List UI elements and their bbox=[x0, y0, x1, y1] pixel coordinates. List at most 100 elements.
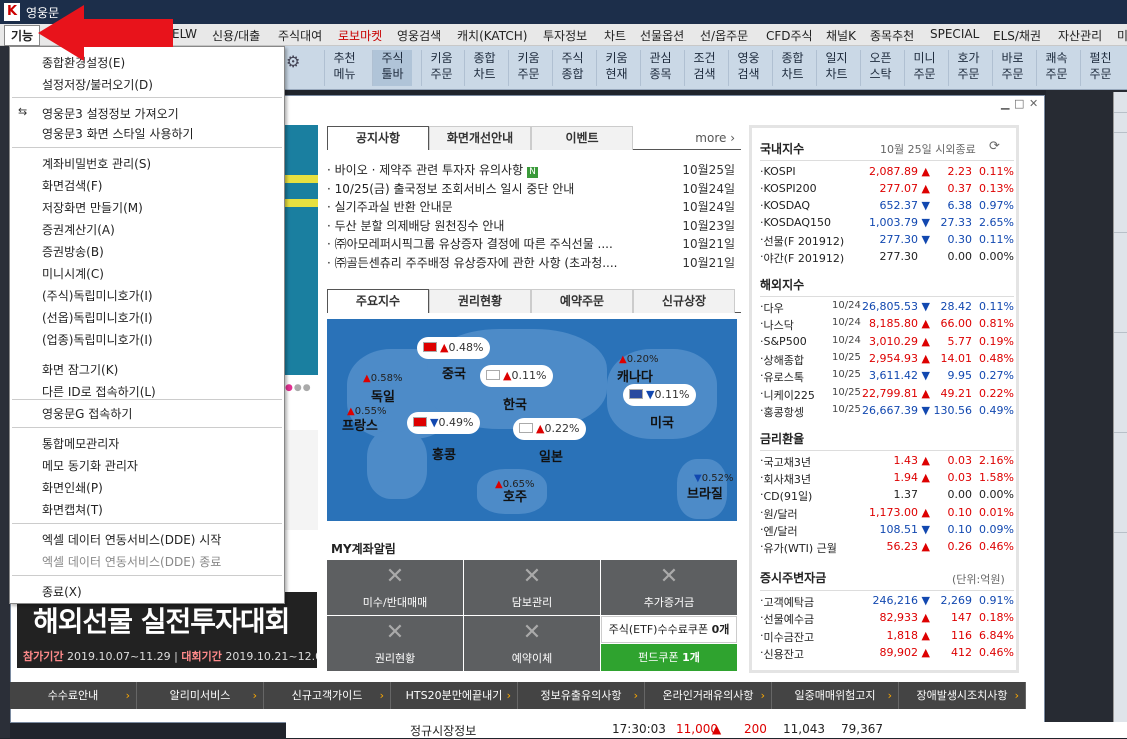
bottom-link-5[interactable]: 온라인거래유의사항 › bbox=[645, 682, 772, 709]
bottom-link-6[interactable]: 일중매매위험고지 › bbox=[772, 682, 899, 709]
dropdown-item-22[interactable]: 종료(X) bbox=[42, 583, 82, 600]
dropdown-item-20[interactable]: 엑셀 데이터 연동서비스(DDE) 시작 bbox=[42, 531, 221, 548]
toolbar-button-17[interactable]: 펄친 주문 bbox=[1080, 50, 1120, 86]
tab-rights[interactable]: 권리현황 bbox=[429, 289, 531, 313]
notice-row[interactable]: · 실기주과실 반환 안내문 10월24일 bbox=[327, 198, 741, 216]
cell-collateral[interactable]: ✕ 담보관리 bbox=[464, 560, 600, 615]
map-badge-0[interactable]: ▲0.48% bbox=[417, 337, 491, 359]
toolbar-button-12[interactable]: 오픈 스탁 bbox=[860, 50, 900, 86]
bottom-link-0[interactable]: 수수료안내 › bbox=[10, 682, 137, 709]
tab-reserved-order[interactable]: 예약주문 bbox=[531, 289, 633, 313]
menu-more[interactable]: 미 bbox=[1117, 27, 1127, 44]
close-icon[interactable]: ✕ bbox=[1029, 97, 1038, 110]
notice-row[interactable]: · 두산 분할 의제배당 원천징수 안내 10월23일 bbox=[327, 217, 741, 235]
toolbar-button-9[interactable]: 영웅 검색 bbox=[728, 50, 768, 86]
toolbar-button-2[interactable]: 키움 주문 bbox=[421, 50, 461, 86]
market-row[interactable]: · 다우 10/24 26,805.53 ▼ 28.42 0.11% bbox=[760, 300, 1016, 317]
menu-chart[interactable]: 차트 bbox=[604, 27, 626, 44]
bottom-link-7[interactable]: 장애발생시조치사항 › bbox=[899, 682, 1026, 709]
toolbar-button-4[interactable]: 키움 주문 bbox=[508, 50, 548, 86]
toolbar-button-0[interactable]: 추천 메뉴 bbox=[324, 50, 364, 86]
menu-els-bond[interactable]: ELS/채권 bbox=[993, 27, 1041, 44]
dropdown-item-19[interactable]: 화면캡쳐(T) bbox=[42, 501, 103, 518]
refresh-icon[interactable]: ⟳ bbox=[989, 139, 1000, 154]
market-row[interactable]: · 홍콩항셍 10/25 26,667.39 ▼ 130.56 0.49% bbox=[760, 404, 1016, 421]
menu-elw[interactable]: ELW bbox=[172, 27, 197, 41]
dropdown-item-3[interactable]: 영웅문3 화면 스타일 사용하기 bbox=[42, 125, 194, 142]
banner-pagination[interactable]: ●●● bbox=[285, 383, 312, 393]
dropdown-item-5[interactable]: 화면검색(F) bbox=[42, 177, 102, 194]
more-link[interactable]: more › bbox=[695, 131, 735, 145]
menu-channel-k[interactable]: 채널K bbox=[826, 27, 856, 44]
toolbar-button-10[interactable]: 종합 차트 bbox=[772, 50, 812, 86]
bottom-link-4[interactable]: 정보유출유의사항 › bbox=[518, 682, 645, 709]
dropdown-item-1[interactable]: 설정저장/불러오기(D) bbox=[42, 76, 153, 93]
cell-additional-margin[interactable]: ✕ 추가증거금 bbox=[601, 560, 737, 615]
minimize-icon[interactable]: ▁ bbox=[1001, 97, 1009, 110]
bottom-link-2[interactable]: 신규고객가이드 › bbox=[264, 682, 391, 709]
toolbar-button-8[interactable]: 조건 검색 bbox=[684, 50, 724, 86]
menu-fo-order[interactable]: 선/옵주문 bbox=[700, 27, 748, 44]
menu-hero-search[interactable]: 영웅검색 bbox=[397, 27, 441, 44]
fund-coupon[interactable]: 펀드쿠폰 1개 bbox=[601, 644, 737, 671]
bottom-link-1[interactable]: 알리미서비스 › bbox=[137, 682, 264, 709]
cell-margin-call[interactable]: ✕ 미수/반대매매 bbox=[327, 560, 463, 615]
dropdown-item-8[interactable]: 증권방송(B) bbox=[42, 243, 104, 260]
market-row[interactable]: · 유로스톡 10/25 3,611.42 ▼ 9.95 0.27% bbox=[760, 369, 1016, 386]
market-row[interactable]: · 원/달러 1,173.00 ▲ 0.10 0.01% bbox=[760, 506, 1016, 523]
dropdown-item-14[interactable]: 다른 ID로 접속하기(L) bbox=[42, 383, 156, 400]
map-badge-7[interactable]: ▲0.22% bbox=[513, 418, 587, 440]
menu-stock-lending[interactable]: 주식대여 bbox=[278, 27, 322, 44]
gear-icon[interactable]: ⚙ bbox=[286, 52, 300, 71]
market-row[interactable]: · KOSDAQ 652.37 ▼ 6.38 0.97% bbox=[760, 199, 1016, 216]
dropdown-item-21[interactable]: 엑셀 데이터 연동서비스(DDE) 종료 bbox=[42, 553, 221, 570]
market-row[interactable]: · 선물예수금 82,933 ▲ 147 0.18% bbox=[760, 611, 1016, 628]
toolbar-button-14[interactable]: 호가 주문 bbox=[948, 50, 988, 86]
cell-reserved-transfer[interactable]: ✕ 예약이체 bbox=[464, 616, 600, 671]
market-row[interactable]: · 니케이225 10/25 22,799.81 ▲ 49.21 0.22% bbox=[760, 387, 1016, 404]
notice-row[interactable]: · ㈜골든센츄리 주주배정 유상증자에 관한 사항 (초과청.... 10월21일 bbox=[327, 254, 741, 272]
market-row[interactable]: · 야간(F 201912) 277.30 0.00 0.00% bbox=[760, 250, 1016, 267]
toolbar-button-11[interactable]: 일지 차트 bbox=[816, 50, 856, 86]
menu-investment-info[interactable]: 투자정보 bbox=[543, 27, 587, 44]
map-badge-6[interactable]: ▼0.49% bbox=[407, 412, 481, 434]
menu-robo-market[interactable]: 로보마켓 bbox=[338, 27, 382, 44]
toolbar-button-1[interactable]: 주식 툴바 bbox=[372, 50, 412, 86]
dropdown-item-6[interactable]: 저장화면 만들기(M) bbox=[42, 199, 143, 216]
tab-notice[interactable]: 공지사항 bbox=[327, 126, 429, 150]
dropdown-item-15[interactable]: 영웅문G 접속하기 bbox=[42, 405, 132, 422]
notice-row[interactable]: · 바이오 · 제약주 관련 투자자 유의사항 N 10월25일 bbox=[327, 161, 741, 179]
menu-functions[interactable]: 기능 bbox=[4, 25, 41, 46]
market-row[interactable]: · 미수금잔고 1,818 ▲ 116 6.84% bbox=[760, 629, 1016, 646]
market-row[interactable]: · 고객예탁금 246,216 ▼ 2,269 0.91% bbox=[760, 594, 1016, 611]
right-side-panel[interactable] bbox=[1113, 92, 1127, 738]
market-row[interactable]: · S&P500 10/24 3,010.29 ▲ 5.77 0.19% bbox=[760, 335, 1016, 352]
etf-coupon[interactable]: 주식(ETF)수수료쿠폰 0개 bbox=[601, 616, 737, 643]
bottom-link-3[interactable]: HTS20분만에끝내기 › bbox=[391, 682, 518, 709]
market-row[interactable]: · KOSPI 2,087.89 ▲ 2.23 0.11% bbox=[760, 165, 1016, 182]
maximize-icon[interactable]: □ bbox=[1014, 97, 1024, 110]
toolbar-button-15[interactable]: 바로 주문 bbox=[992, 50, 1032, 86]
market-row[interactable]: · CD(91일) 1.37 0.00 0.00% bbox=[760, 488, 1016, 505]
market-row[interactable]: · 선물(F 201912) 277.30 ▼ 0.30 0.11% bbox=[760, 233, 1016, 250]
dropdown-item-4[interactable]: 계좌비밀번호 관리(S) bbox=[42, 155, 151, 172]
notice-row[interactable]: · ㈜아모레퍼시픽그룹 유상증자 결정에 따른 주식선물 .... 10월21일 bbox=[327, 235, 741, 253]
market-row[interactable]: · 나스닥 10/24 8,185.80 ▲ 66.00 0.81% bbox=[760, 317, 1016, 334]
tab-event[interactable]: 이벤트 bbox=[531, 126, 633, 150]
dropdown-item-2[interactable]: 영웅문3 설정정보 가져오기 bbox=[42, 105, 179, 122]
market-row[interactable]: · 신용잔고 89,902 ▲ 412 0.46% bbox=[760, 646, 1016, 663]
toolbar-button-13[interactable]: 미니 주문 bbox=[904, 50, 944, 86]
toolbar-button-3[interactable]: 종합 차트 bbox=[464, 50, 504, 86]
toolbar-button-6[interactable]: 키움 현재 bbox=[596, 50, 636, 86]
tab-new-listing[interactable]: 신규상장 bbox=[633, 289, 735, 313]
market-row[interactable]: · 국고채3년 1.43 ▲ 0.03 2.16% bbox=[760, 454, 1016, 471]
tab-main-index[interactable]: 주요지수 bbox=[327, 289, 429, 313]
menu-credit-loan[interactable]: 신용/대출 bbox=[212, 27, 260, 44]
toolbar-button-16[interactable]: 쾌속 주문 bbox=[1036, 50, 1076, 86]
market-row[interactable]: · KOSDAQ150 1,003.79 ▼ 27.33 2.65% bbox=[760, 216, 1016, 233]
market-row[interactable]: · 상해종합 10/25 2,954.93 ▲ 14.01 0.48% bbox=[760, 352, 1016, 369]
menu-cfd[interactable]: CFD주식 bbox=[766, 27, 813, 44]
dropdown-item-17[interactable]: 메모 동기화 관리자 bbox=[42, 457, 138, 474]
menu-asset-management[interactable]: 자산관리 bbox=[1058, 27, 1102, 44]
market-row[interactable]: · 엔/달러 108.51 ▼ 0.10 0.09% bbox=[760, 523, 1016, 540]
